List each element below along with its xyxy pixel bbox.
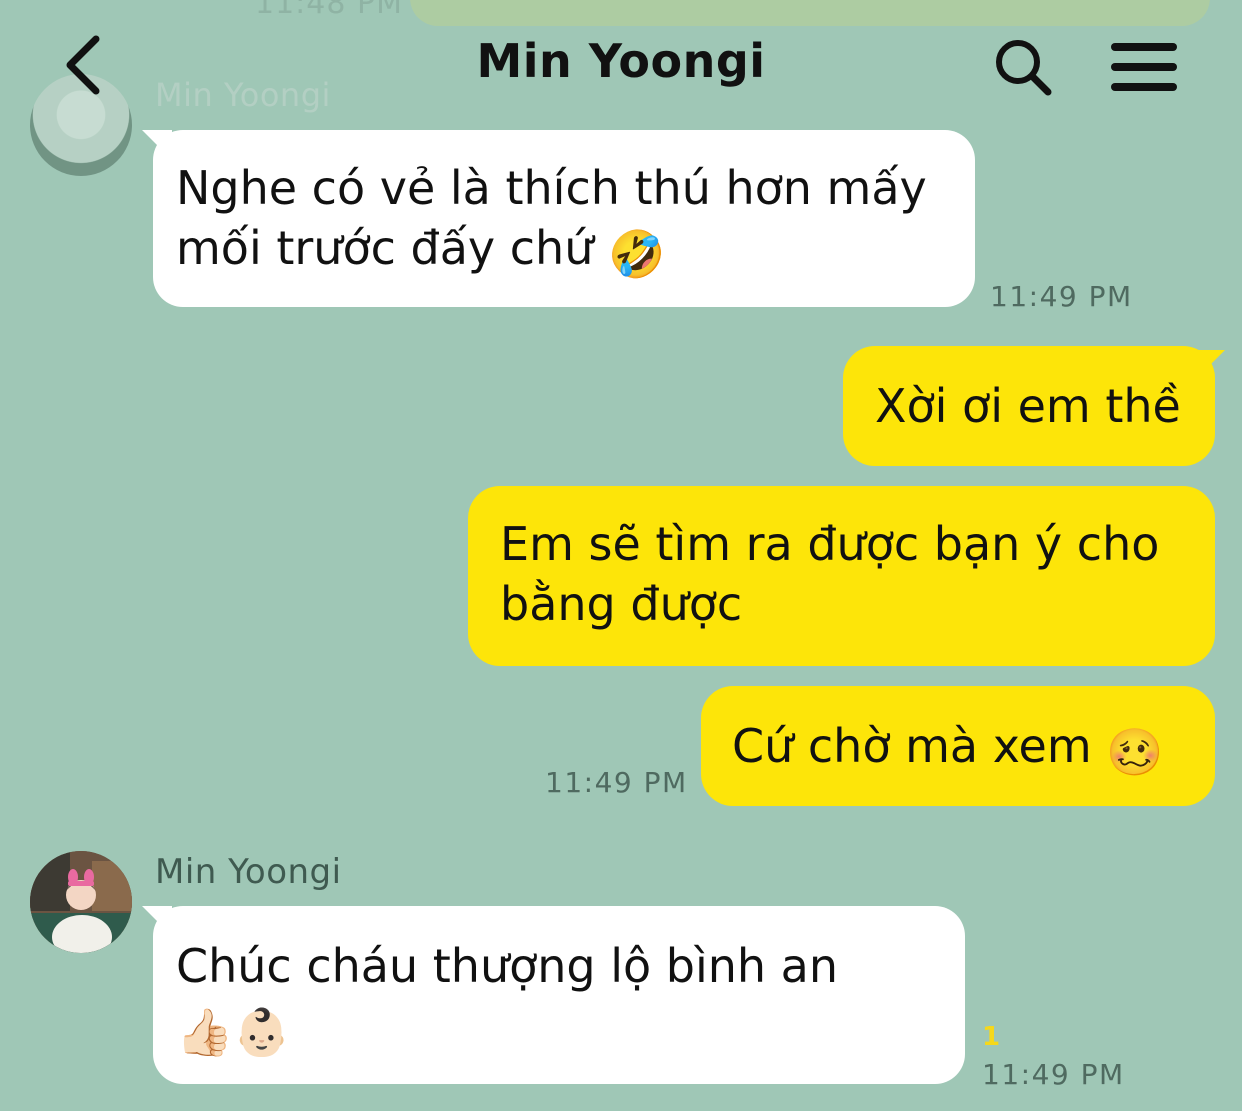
message-text: Cứ chờ mà xem [732,719,1092,773]
incoming-message-bubble[interactable]: Chúc cháu thượng lộ bình an 👍🏻👶🏻 [153,906,965,1084]
message-text: Chúc cháu thượng lộ bình an [176,939,839,993]
message-text: Nghe có vẻ là thích thú hơn mấy mối trướ… [176,161,927,275]
sender-name: Min Yoongi [155,852,342,892]
search-icon [996,40,1052,96]
avatar-photo [30,851,132,953]
menu-button[interactable] [1108,36,1180,98]
outgoing-message-bubble[interactable]: Cứ chờ mà xem 🥴 [701,686,1215,806]
hamburger-menu-icon [1111,43,1177,91]
search-button[interactable] [990,34,1056,100]
unread-count-badge: 1 [982,1022,1001,1052]
outgoing-message-bubble[interactable]: Xời ơi em thề [843,346,1215,466]
outgoing-message-bubble[interactable]: Em sẽ tìm ra được bạn ý cho bằng được [468,486,1215,666]
message-time: 11:49 PM [990,280,1133,313]
woozy-face-emoji: 🥴 [1106,725,1164,779]
message-text: Xời ơi em thề [875,379,1181,433]
rolling-laughing-emoji: 🤣 [607,227,666,281]
incoming-message-bubble[interactable]: Nghe có vẻ là thích thú hơn mấy mối trướ… [153,130,975,307]
message-time: 11:49 PM [982,1058,1125,1091]
message-time: 11:49 PM [545,766,688,799]
chat-header: Min Yoongi [0,0,1242,130]
thumbs-up-baby-emoji: 👍🏻👶🏻 [176,1005,291,1059]
sender-avatar[interactable] [30,851,132,953]
message-text: Em sẽ tìm ra được bạn ý cho bằng được [500,517,1160,631]
